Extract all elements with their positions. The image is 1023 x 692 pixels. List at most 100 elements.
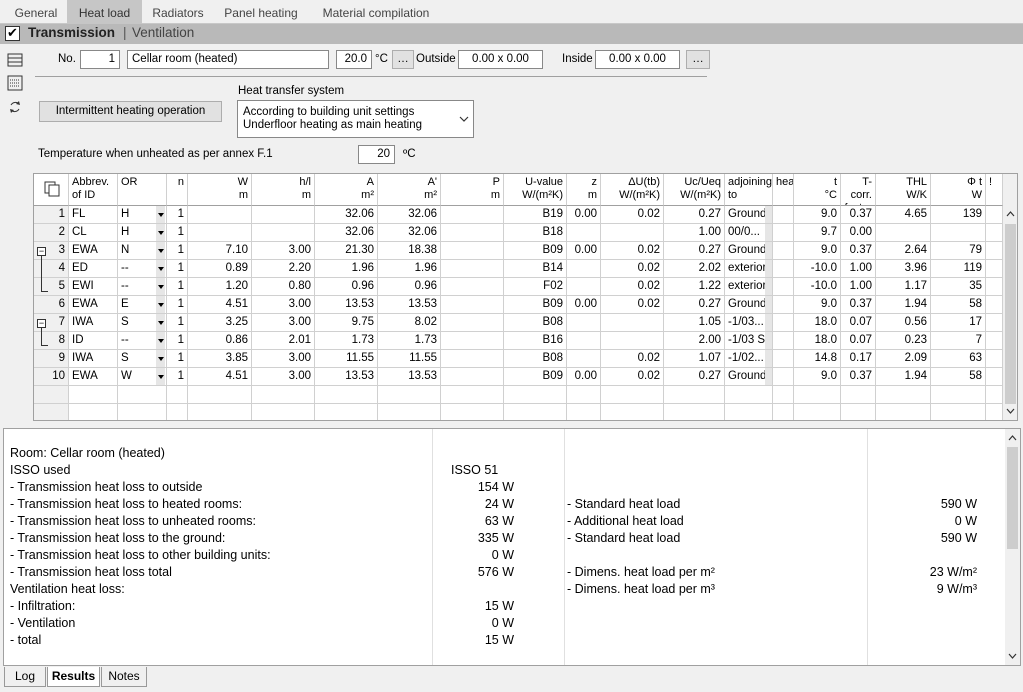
cell-a[interactable]: 32.06 (315, 224, 378, 242)
list-view-icon[interactable] (7, 75, 23, 91)
cell-tc[interactable]: 0.17 (841, 350, 876, 368)
scroll-down-icon[interactable] (1008, 653, 1017, 659)
cell-tc[interactable]: 0.07 (841, 332, 876, 350)
cell-adj[interactable]: -1/03... (725, 314, 773, 332)
cell-adj[interactable]: Ground ··· (725, 296, 773, 314)
cell-hl[interactable]: 3.00 (252, 314, 315, 332)
cell-n[interactable]: 1 (167, 278, 188, 296)
room-temperature-field[interactable]: 20.0 (336, 50, 372, 69)
cell-excl[interactable] (986, 368, 1003, 386)
adjoining-picker[interactable] (765, 260, 772, 277)
cell-ap[interactable]: 18.38 (378, 242, 441, 260)
cell-or[interactable]: W (118, 368, 167, 386)
cell-tc[interactable]: 0.37 (841, 242, 876, 260)
cell-phi[interactable]: 119 (931, 260, 986, 278)
column-header-phi[interactable]: Φ tW (931, 174, 986, 206)
cell-p[interactable] (441, 368, 504, 386)
cell-hl[interactable]: 3.00 (252, 296, 315, 314)
cell-uc[interactable]: 1.07 (664, 350, 725, 368)
cell-adj[interactable]: -1/03 S... (725, 332, 773, 350)
column-header-u[interactable]: U-value W/(m²K) (504, 174, 567, 206)
cell-excl[interactable] (986, 332, 1003, 350)
cell-ap[interactable]: 13.53 (378, 296, 441, 314)
cell-excl[interactable] (986, 242, 1003, 260)
cell-thl[interactable]: 3.96 (876, 260, 931, 278)
heat-transfer-system-select[interactable]: According to building unit settings Unde… (237, 100, 474, 138)
tab-general[interactable]: General (8, 3, 64, 24)
cell-id[interactable]: IWA (69, 350, 118, 368)
column-header-du[interactable]: ΔU(tb) W/(m²K) (601, 174, 664, 206)
cell-no[interactable]: 2 (34, 224, 69, 242)
cell-z[interactable]: 0.00 (567, 368, 601, 386)
cell-uc[interactable]: 0.27 (664, 368, 725, 386)
cell-excl[interactable] (986, 224, 1003, 242)
cell-z[interactable]: 0.00 (567, 296, 601, 314)
scroll-up-icon[interactable] (1008, 435, 1017, 441)
cell-excl[interactable] (986, 350, 1003, 368)
cell-or[interactable]: -- (118, 278, 167, 296)
cell-or[interactable]: N (118, 242, 167, 260)
cell-phi[interactable]: 79 (931, 242, 986, 260)
cell-adj[interactable]: exterior (725, 278, 773, 296)
adjoining-picker[interactable] (765, 332, 772, 349)
cell-u[interactable]: B18 (504, 224, 567, 242)
cell-tc[interactable]: 0.37 (841, 368, 876, 386)
column-header-t[interactable]: t °C (794, 174, 841, 206)
cell-a[interactable]: 21.30 (315, 242, 378, 260)
unheated-temp-field[interactable]: 20 (358, 145, 395, 164)
cell-uc[interactable]: 2.00 (664, 332, 725, 350)
cell-thl[interactable]: 2.09 (876, 350, 931, 368)
cell-u[interactable]: B08 (504, 314, 567, 332)
cell-a[interactable]: 13.53 (315, 368, 378, 386)
cell-or[interactable]: -- (118, 332, 167, 350)
column-header-p[interactable]: Pm (441, 174, 504, 206)
cell-du[interactable] (601, 314, 664, 332)
cell-ap[interactable]: 8.02 (378, 314, 441, 332)
column-header-adj[interactable]: adjoining to (725, 174, 773, 206)
cell-t[interactable]: 14.8 (794, 350, 841, 368)
cell-z[interactable] (567, 260, 601, 278)
cell-ap[interactable]: 11.55 (378, 350, 441, 368)
cell-or[interactable]: S (118, 314, 167, 332)
cell-u[interactable]: B14 (504, 260, 567, 278)
cell-t[interactable]: 9.7 (794, 224, 841, 242)
inside-more-button[interactable]: … (686, 50, 710, 69)
cell-or[interactable]: -- (118, 260, 167, 278)
cell-id[interactable]: ID (69, 332, 118, 350)
tab-panel-heating[interactable]: Panel heating (218, 3, 304, 24)
tab-results[interactable]: Results (47, 667, 100, 687)
cell-p[interactable] (441, 296, 504, 314)
chevron-down-icon[interactable] (156, 278, 165, 295)
cell-thl[interactable]: 1.94 (876, 296, 931, 314)
results-scroll-thumb[interactable] (1007, 447, 1018, 549)
cell-phi[interactable]: 58 (931, 296, 986, 314)
cell-hea[interactable] (773, 206, 794, 224)
chevron-down-icon[interactable] (156, 260, 165, 277)
cell-z[interactable]: 0.00 (567, 206, 601, 224)
column-header-thl[interactable]: THL W/K (876, 174, 931, 206)
cell-phi[interactable]: 7 (931, 332, 986, 350)
cell-tc[interactable]: 0.00 (841, 224, 876, 242)
column-header-no[interactable] (34, 174, 69, 206)
cell-n[interactable]: 1 (167, 224, 188, 242)
tab-log[interactable]: Log (4, 667, 46, 687)
cell-n[interactable]: 1 (167, 260, 188, 278)
cell-w[interactable]: 3.25 (188, 314, 252, 332)
tab-material-compilation[interactable]: Material compilation (316, 3, 436, 24)
cell-ap[interactable]: 0.96 (378, 278, 441, 296)
cell-hl[interactable]: 3.00 (252, 368, 315, 386)
cell-id[interactable]: EWA (69, 242, 118, 260)
cell-p[interactable] (441, 350, 504, 368)
column-header-ap[interactable]: A' m² (378, 174, 441, 206)
cell-uc[interactable]: 1.05 (664, 314, 725, 332)
cell-du[interactable]: 0.02 (601, 350, 664, 368)
cell-adj[interactable]: -1/02... (725, 350, 773, 368)
cell-hl[interactable] (252, 206, 315, 224)
cell-uc[interactable]: 1.00 (664, 224, 725, 242)
cell-uc[interactable]: 1.22 (664, 278, 725, 296)
cell-no[interactable]: 1 (34, 206, 69, 224)
cell-hea[interactable] (773, 368, 794, 386)
cell-t[interactable]: 18.0 (794, 314, 841, 332)
cell-hea[interactable] (773, 296, 794, 314)
tab-radiators[interactable]: Radiators (146, 3, 210, 24)
